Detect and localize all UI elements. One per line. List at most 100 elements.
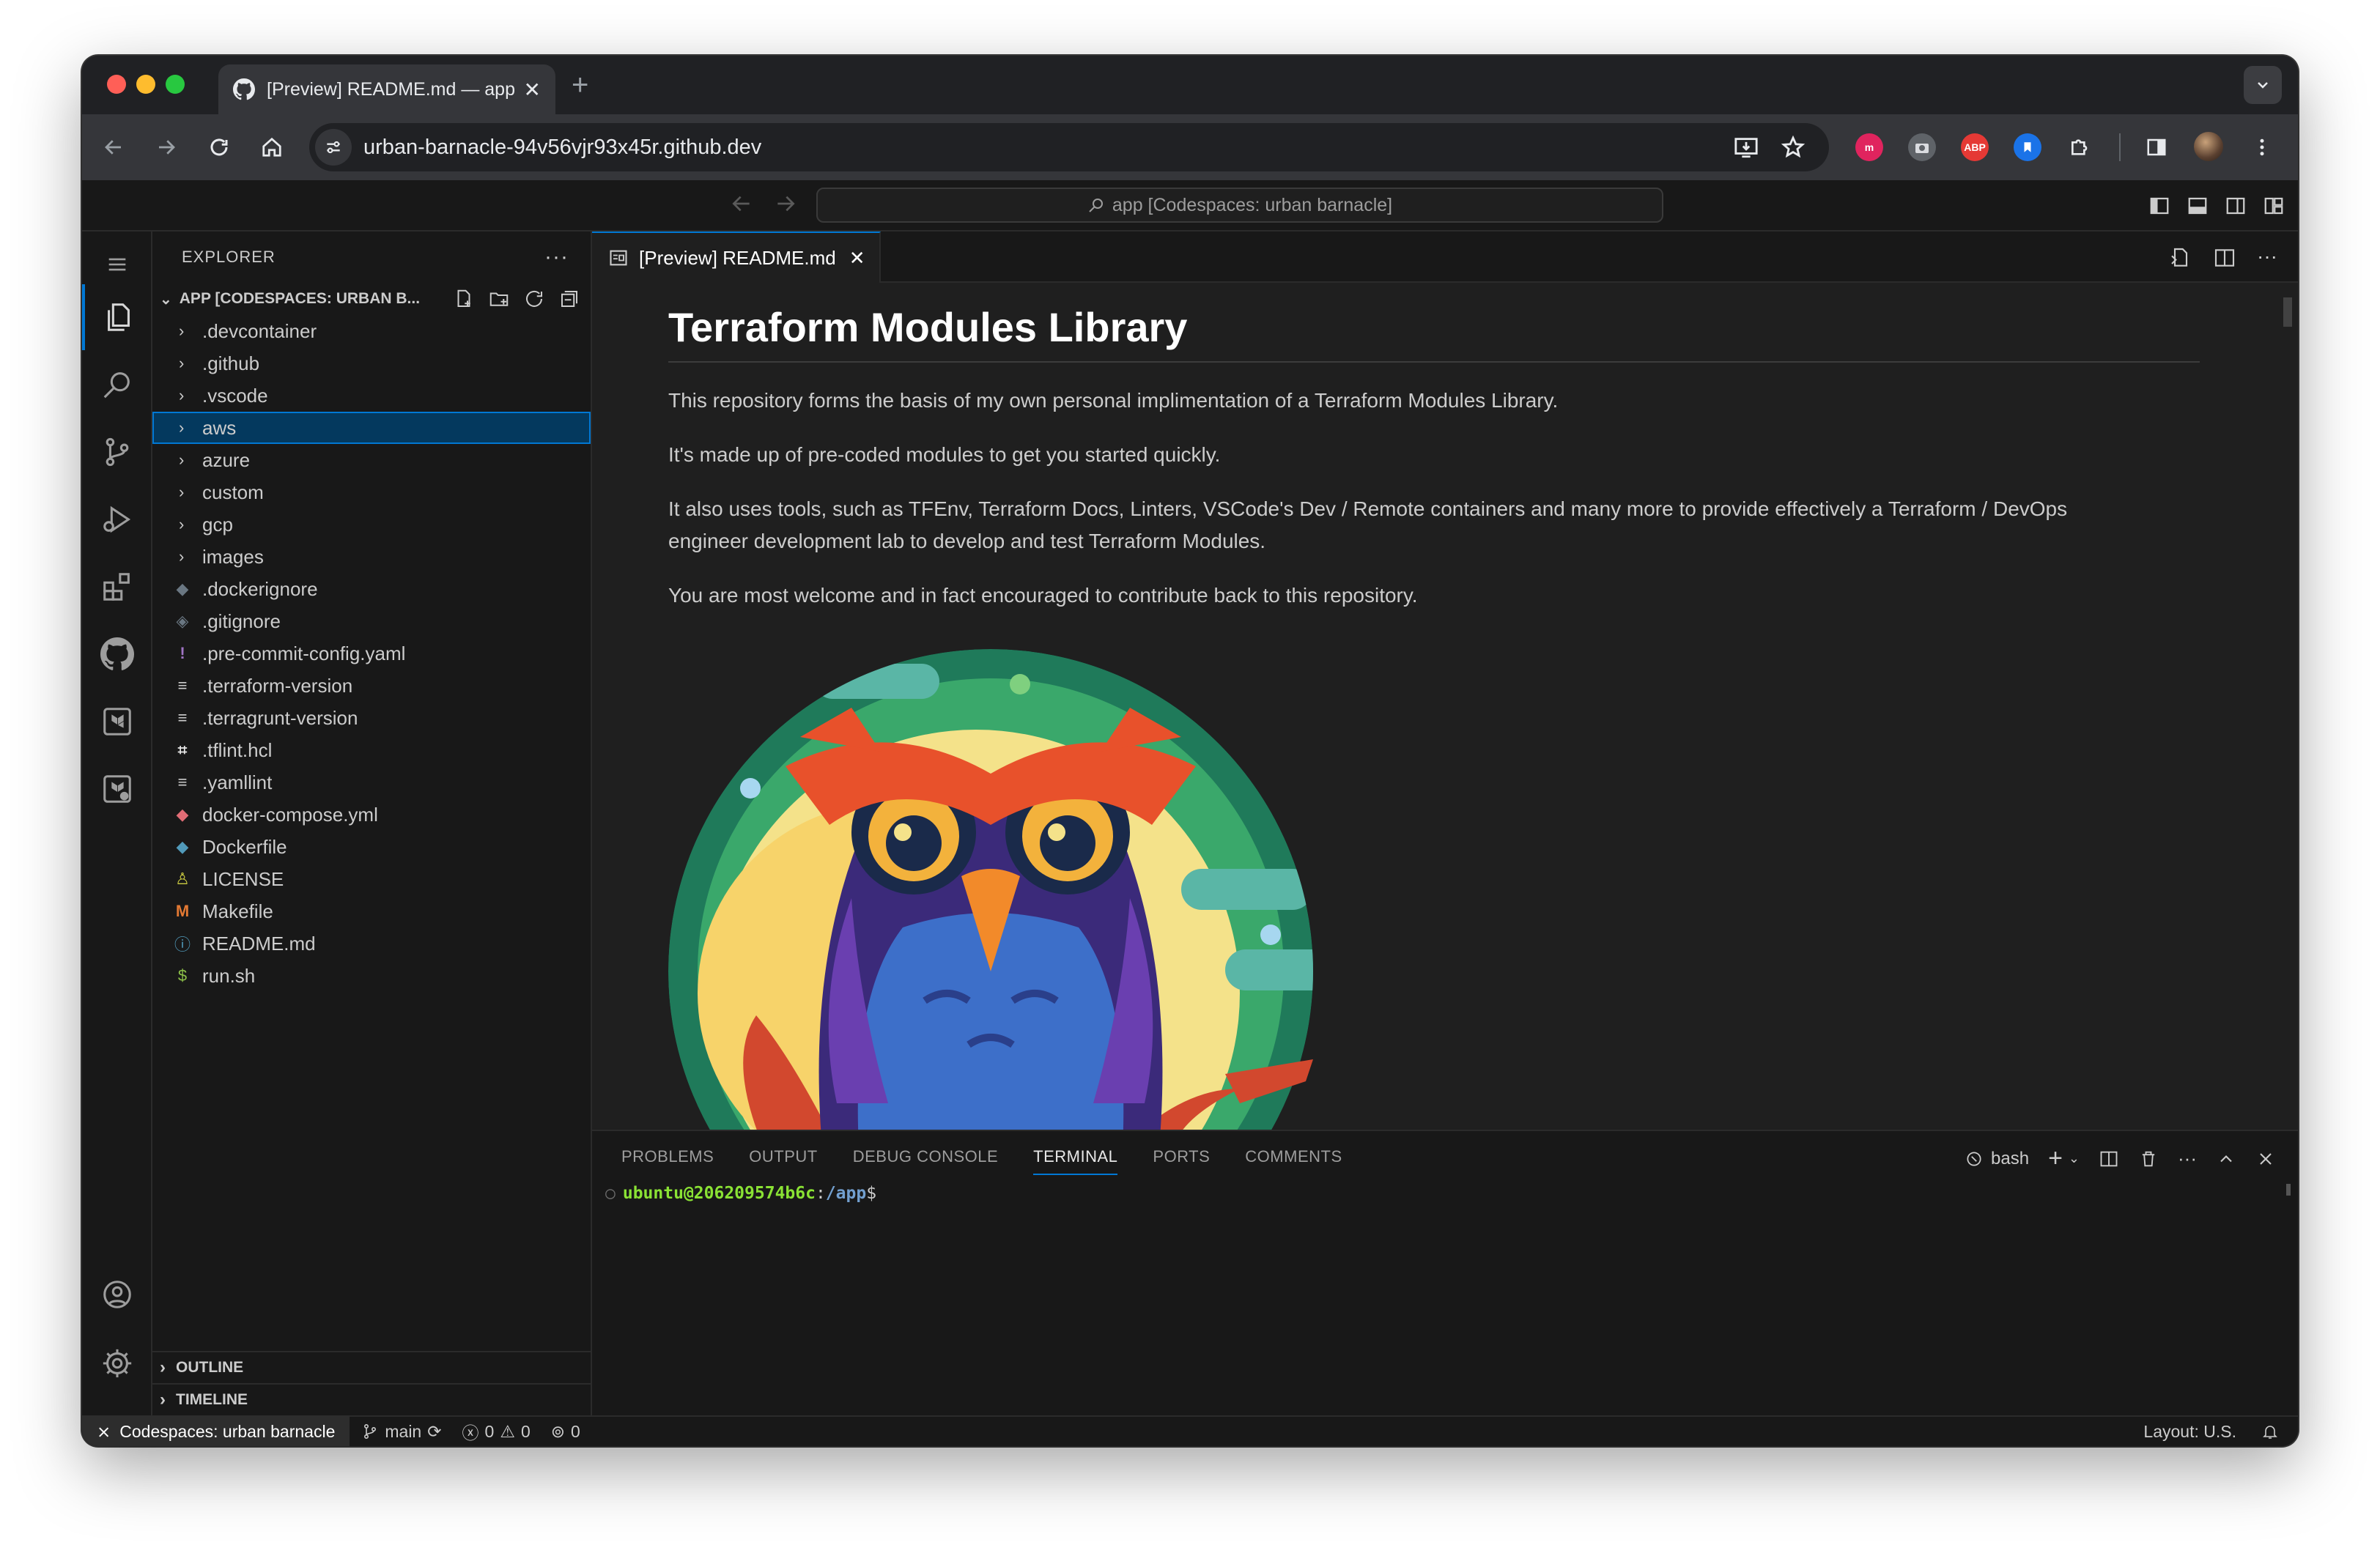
- tree-file-pre-commit[interactable]: ! .pre-commit-config.yaml: [152, 637, 591, 670]
- forward-button[interactable]: [149, 130, 183, 164]
- nav-back-icon[interactable]: [730, 192, 753, 219]
- refresh-icon[interactable]: [523, 288, 545, 310]
- more-actions-icon[interactable]: ···: [2178, 1147, 2197, 1170]
- tree-file-yamllint[interactable]: ≡ .yamllint: [152, 766, 591, 799]
- browser-tab-active[interactable]: [Preview] README.md — app ✕: [218, 64, 555, 114]
- bookmark-star-icon[interactable]: [1781, 135, 1806, 163]
- search-view-button[interactable]: [82, 352, 152, 418]
- tree-file-tflint[interactable]: ⌗ .tflint.hcl: [152, 734, 591, 766]
- run-debug-view-button[interactable]: [82, 486, 152, 552]
- problems-status[interactable]: ⓧ 0 ⚠ 0: [462, 1419, 531, 1444]
- workspace-root[interactable]: ⌄ APP [CODESPACES: URBAN B...: [152, 283, 591, 315]
- tree-folder-aws[interactable]: › aws: [152, 412, 591, 444]
- collapse-all-icon[interactable]: [558, 288, 580, 310]
- profile-avatar[interactable]: [2194, 132, 2223, 161]
- close-panel-icon[interactable]: [2255, 1149, 2276, 1169]
- back-button[interactable]: [97, 130, 130, 164]
- tree-file-terraform-version[interactable]: ≡ .terraform-version: [152, 670, 591, 702]
- tab-terminal[interactable]: TERMINAL: [1033, 1147, 1118, 1175]
- split-editor-icon[interactable]: [2213, 246, 2236, 270]
- tree-folder-custom[interactable]: › custom: [152, 476, 591, 508]
- source-control-icon: [106, 437, 129, 467]
- side-panel-button[interactable]: [2140, 130, 2173, 164]
- toggle-primary-sidebar-icon[interactable]: [2148, 195, 2170, 221]
- customize-layout-icon[interactable]: [2263, 195, 2285, 221]
- tree-file-terragrunt-version[interactable]: ≡ .terragrunt-version: [152, 702, 591, 734]
- site-settings-icon[interactable]: [315, 129, 352, 166]
- tree-file-docker-compose[interactable]: ◆ docker-compose.yml: [152, 799, 591, 831]
- terminal-output[interactable]: ○ ubuntu@206209574b6c:/app$: [605, 1184, 876, 1203]
- nav-forward-icon[interactable]: [774, 192, 797, 219]
- abp-icon[interactable]: ABP: [1961, 133, 1989, 161]
- branch-status[interactable]: main ⟳: [361, 1422, 442, 1442]
- minimize-window-button[interactable]: [136, 75, 155, 94]
- maximize-panel-icon[interactable]: [2216, 1149, 2236, 1169]
- extension-red-icon[interactable]: m: [1855, 133, 1883, 161]
- extensions-view-button[interactable]: [82, 554, 152, 620]
- command-center[interactable]: app [Codespaces: urban barnacle]: [816, 188, 1663, 223]
- editor-scrollbar[interactable]: [2283, 297, 2292, 327]
- terminal-scrollbar[interactable]: [2286, 1184, 2291, 1196]
- keyboard-layout-status[interactable]: Layout: U.S.: [2143, 1422, 2236, 1442]
- editor-tab-readme-preview[interactable]: [Preview] README.md ✕: [592, 231, 881, 283]
- trash-icon[interactable]: [2138, 1149, 2159, 1169]
- terraform-view-button[interactable]: [82, 689, 152, 755]
- more-actions-icon[interactable]: ···: [2257, 246, 2277, 270]
- tab-search-button[interactable]: [2244, 66, 2282, 104]
- sync-icon[interactable]: ⟳: [427, 1422, 441, 1442]
- tree-file-makefile[interactable]: M Makefile: [152, 895, 591, 927]
- reload-button[interactable]: [202, 130, 236, 164]
- chrome-menu-button[interactable]: [2245, 130, 2279, 164]
- accounts-button[interactable]: [82, 1262, 152, 1327]
- tree-file-dockerignore[interactable]: ◆ .dockerignore: [152, 573, 591, 605]
- bookmark-icon[interactable]: [2014, 133, 2041, 161]
- tree-folder-github[interactable]: › .github: [152, 347, 591, 379]
- tree-folder-azure[interactable]: › azure: [152, 444, 591, 476]
- tree-file-dockerfile[interactable]: ◆ Dockerfile: [152, 831, 591, 863]
- toggle-secondary-sidebar-icon[interactable]: [2225, 195, 2247, 221]
- install-app-icon[interactable]: [1734, 135, 1759, 163]
- home-button[interactable]: [255, 130, 289, 164]
- explorer-more-actions[interactable]: ···: [544, 245, 569, 270]
- close-tab-icon[interactable]: ✕: [524, 78, 541, 102]
- toggle-panel-icon[interactable]: [2187, 195, 2209, 221]
- tab-debug-console[interactable]: DEBUG CONSOLE: [853, 1147, 998, 1175]
- tree-file-run-sh[interactable]: $ run.sh: [152, 960, 591, 992]
- ports-status[interactable]: ⊚ 0: [551, 1422, 580, 1442]
- tree-folder-vscode[interactable]: › .vscode: [152, 379, 591, 412]
- timeline-section[interactable]: › TIMELINE: [152, 1383, 591, 1415]
- remote-indicator[interactable]: ⨯ Codespaces: urban barnacle: [82, 1416, 350, 1446]
- tab-problems[interactable]: PROBLEMS: [621, 1147, 714, 1175]
- tree-file-license[interactable]: ♙ LICENSE: [152, 863, 591, 895]
- split-terminal-icon[interactable]: [2099, 1149, 2119, 1169]
- outline-section[interactable]: › OUTLINE: [152, 1351, 591, 1383]
- camera-icon[interactable]: [1908, 133, 1936, 161]
- tree-file-readme[interactable]: ⓘ README.md: [152, 927, 591, 960]
- extensions-puzzle-button[interactable]: [2063, 130, 2097, 164]
- new-folder-icon[interactable]: [488, 288, 510, 310]
- explorer-view-button[interactable]: [82, 284, 152, 350]
- terraform-cloud-view-button[interactable]: [82, 756, 152, 822]
- new-file-icon[interactable]: [453, 288, 475, 310]
- close-window-button[interactable]: [107, 75, 126, 94]
- chevron-down-icon[interactable]: ⌄: [2069, 1151, 2080, 1166]
- tree-folder-images[interactable]: › images: [152, 541, 591, 573]
- new-tab-button[interactable]: +: [572, 69, 588, 102]
- tab-comments[interactable]: COMMENTS: [1245, 1147, 1342, 1175]
- terminal-shell-label[interactable]: bash: [1991, 1149, 2029, 1169]
- tab-ports[interactable]: PORTS: [1153, 1147, 1210, 1175]
- owl-illustration: [668, 649, 1313, 1130]
- tree-folder-devcontainer[interactable]: › .devcontainer: [152, 315, 591, 347]
- tab-output[interactable]: OUTPUT: [749, 1147, 817, 1175]
- tree-folder-gcp[interactable]: › gcp: [152, 508, 591, 541]
- close-icon[interactable]: ✕: [849, 247, 865, 270]
- source-control-view-button[interactable]: [82, 419, 152, 485]
- manage-settings-button[interactable]: [82, 1330, 152, 1396]
- address-bar[interactable]: urban-barnacle-94v56vjr93x45r.github.dev: [309, 123, 1829, 171]
- github-view-button[interactable]: [82, 621, 152, 687]
- new-terminal-icon[interactable]: +: [2048, 1144, 2063, 1173]
- notifications-bell-icon[interactable]: [2261, 1423, 2279, 1440]
- maximize-window-button[interactable]: [166, 75, 185, 94]
- open-source-icon[interactable]: [2169, 246, 2192, 270]
- tree-file-gitignore[interactable]: ◈ .gitignore: [152, 605, 591, 637]
